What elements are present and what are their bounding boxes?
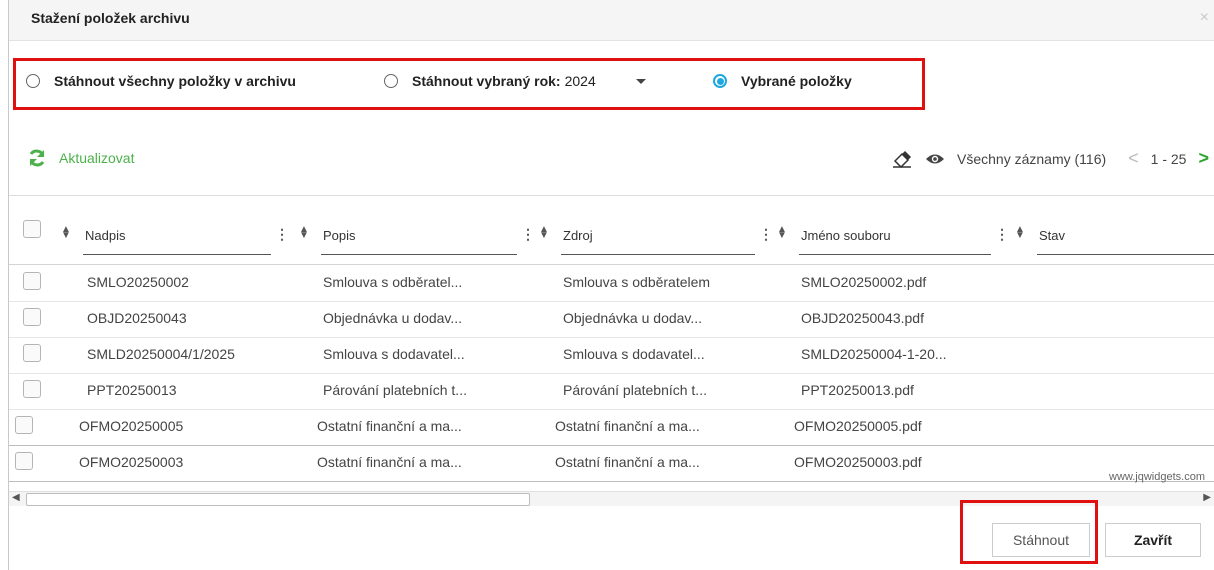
table-row[interactable]: OBJD20250043 Objednávka u dodav... Objed… — [9, 301, 1214, 338]
select-all-checkbox[interactable] — [23, 220, 41, 238]
column-header-popis[interactable]: ▲ ▼ Popis ⋮ — [299, 220, 539, 255]
column-header-stav[interactable]: ▲ ▼ Stav — [1015, 220, 1214, 255]
table-row[interactable]: SMLO20250002 Smlouva s odběratel... Smlo… — [9, 265, 1214, 302]
row-checkbox[interactable] — [23, 380, 41, 398]
prev-page-icon[interactable]: < — [1128, 148, 1139, 169]
download-mode-group: Stáhnout všechny položky v archivu Stáhn… — [13, 58, 925, 110]
refresh-icon — [29, 149, 45, 167]
dialog-titlebar: Stažení položek archivu × — [9, 0, 1214, 41]
radio-all-icon[interactable] — [26, 74, 40, 88]
radio-selected-icon[interactable] — [713, 74, 727, 88]
scroll-right-icon[interactable]: ▶ — [1203, 492, 1211, 503]
table-row[interactable]: OFMO20250005 Ostatní finanční a ma... Os… — [9, 409, 1214, 446]
grid-toolbar: Aktualizovat Všechny záznamy (116) < 1 -… — [9, 130, 1214, 190]
close-icon[interactable]: × — [1200, 9, 1209, 27]
row-checkbox[interactable] — [23, 344, 41, 362]
radio-all-label: Stáhnout všechny položky v archivu — [54, 73, 296, 89]
sort-icon[interactable]: ▲ ▼ — [299, 225, 309, 241]
refresh-label: Aktualizovat — [59, 150, 135, 166]
close-button[interactable]: Zavřít — [1105, 523, 1201, 557]
radio-selected-year[interactable]: Stáhnout vybraný rok: 2024 — [384, 73, 674, 89]
toolbar-right: Všechny záznamy (116) < 1 - 25 > — [879, 148, 1209, 169]
column-filter-line — [1037, 254, 1214, 255]
table-row[interactable]: PPT20250013 Párování platebních t... Pár… — [9, 373, 1214, 410]
items-grid: ▲ ▼ Nadpis ⋮ ▲ ▼ Popis ⋮ ▲ ▼ Zdroj ⋮ ▲ ▼ Jmé… — [9, 195, 1214, 506]
column-filter-line — [83, 254, 271, 255]
watermark: www.jqwidgets.com — [1109, 471, 1205, 483]
row-checkbox[interactable] — [15, 452, 33, 470]
sort-icon[interactable]: ▲ ▼ — [539, 225, 549, 241]
row-checkbox[interactable] — [23, 272, 41, 290]
column-menu-icon[interactable]: ⋮ — [995, 226, 1009, 243]
refresh-button[interactable]: Aktualizovat — [27, 148, 134, 168]
eraser-icon[interactable] — [891, 150, 913, 168]
table-row[interactable]: OFMO20250003 Ostatní finanční a ma... Os… — [9, 445, 1214, 482]
next-page-icon[interactable]: > — [1198, 148, 1209, 169]
row-checkbox[interactable] — [23, 308, 41, 326]
column-filter-line — [799, 254, 991, 255]
dialog-title: Stažení položek archivu — [31, 10, 190, 26]
page-range: 1 - 25 — [1150, 150, 1187, 167]
table-row[interactable]: SMLD20250004/1/2025 Smlouva s dodavatel.… — [9, 337, 1214, 374]
download-button[interactable]: Stáhnout — [992, 523, 1090, 557]
chevron-down-icon[interactable] — [635, 78, 646, 84]
scroll-left-icon[interactable]: ◀ — [12, 492, 20, 503]
sort-icon[interactable]: ▲ ▼ — [61, 225, 71, 241]
year-dropdown-value[interactable]: 2024 — [565, 73, 596, 89]
scrollbar-thumb[interactable] — [26, 493, 530, 506]
radio-all-items[interactable]: Stáhnout všechny položky v archivu — [26, 73, 296, 89]
column-menu-icon[interactable]: ⋮ — [759, 226, 773, 243]
row-checkbox[interactable] — [15, 416, 33, 434]
column-menu-icon[interactable]: ⋮ — [521, 226, 535, 243]
column-header-zdroj[interactable]: ▲ ▼ Zdroj ⋮ — [539, 220, 777, 255]
sort-icon[interactable]: ▲ ▼ — [1015, 225, 1025, 241]
column-header-nadpis[interactable]: ▲ ▼ Nadpis ⋮ — [61, 220, 293, 255]
radio-selected-items[interactable]: Vybrané položky — [713, 73, 852, 89]
radio-selected-label: Vybrané položky — [741, 73, 852, 89]
download-dialog: Stažení položek archivu × Stáhnout všech… — [8, 0, 1214, 570]
radio-year-icon[interactable] — [384, 74, 398, 88]
column-header-jmeno-souboru[interactable]: ▲ ▼ Jméno souboru ⋮ — [777, 220, 1013, 255]
radio-year-label: Stáhnout vybraný rok: — [412, 73, 561, 89]
sort-icon[interactable]: ▲ ▼ — [777, 225, 787, 241]
grid-header: ▲ ▼ Nadpis ⋮ ▲ ▼ Popis ⋮ ▲ ▼ Zdroj ⋮ ▲ ▼ Jmé… — [9, 196, 1214, 265]
eye-icon[interactable] — [925, 152, 945, 166]
column-filter-line — [561, 254, 755, 255]
column-menu-icon[interactable]: ⋮ — [275, 226, 289, 243]
records-count[interactable]: Všechny záznamy (116) — [957, 151, 1106, 167]
column-filter-line — [321, 254, 517, 255]
